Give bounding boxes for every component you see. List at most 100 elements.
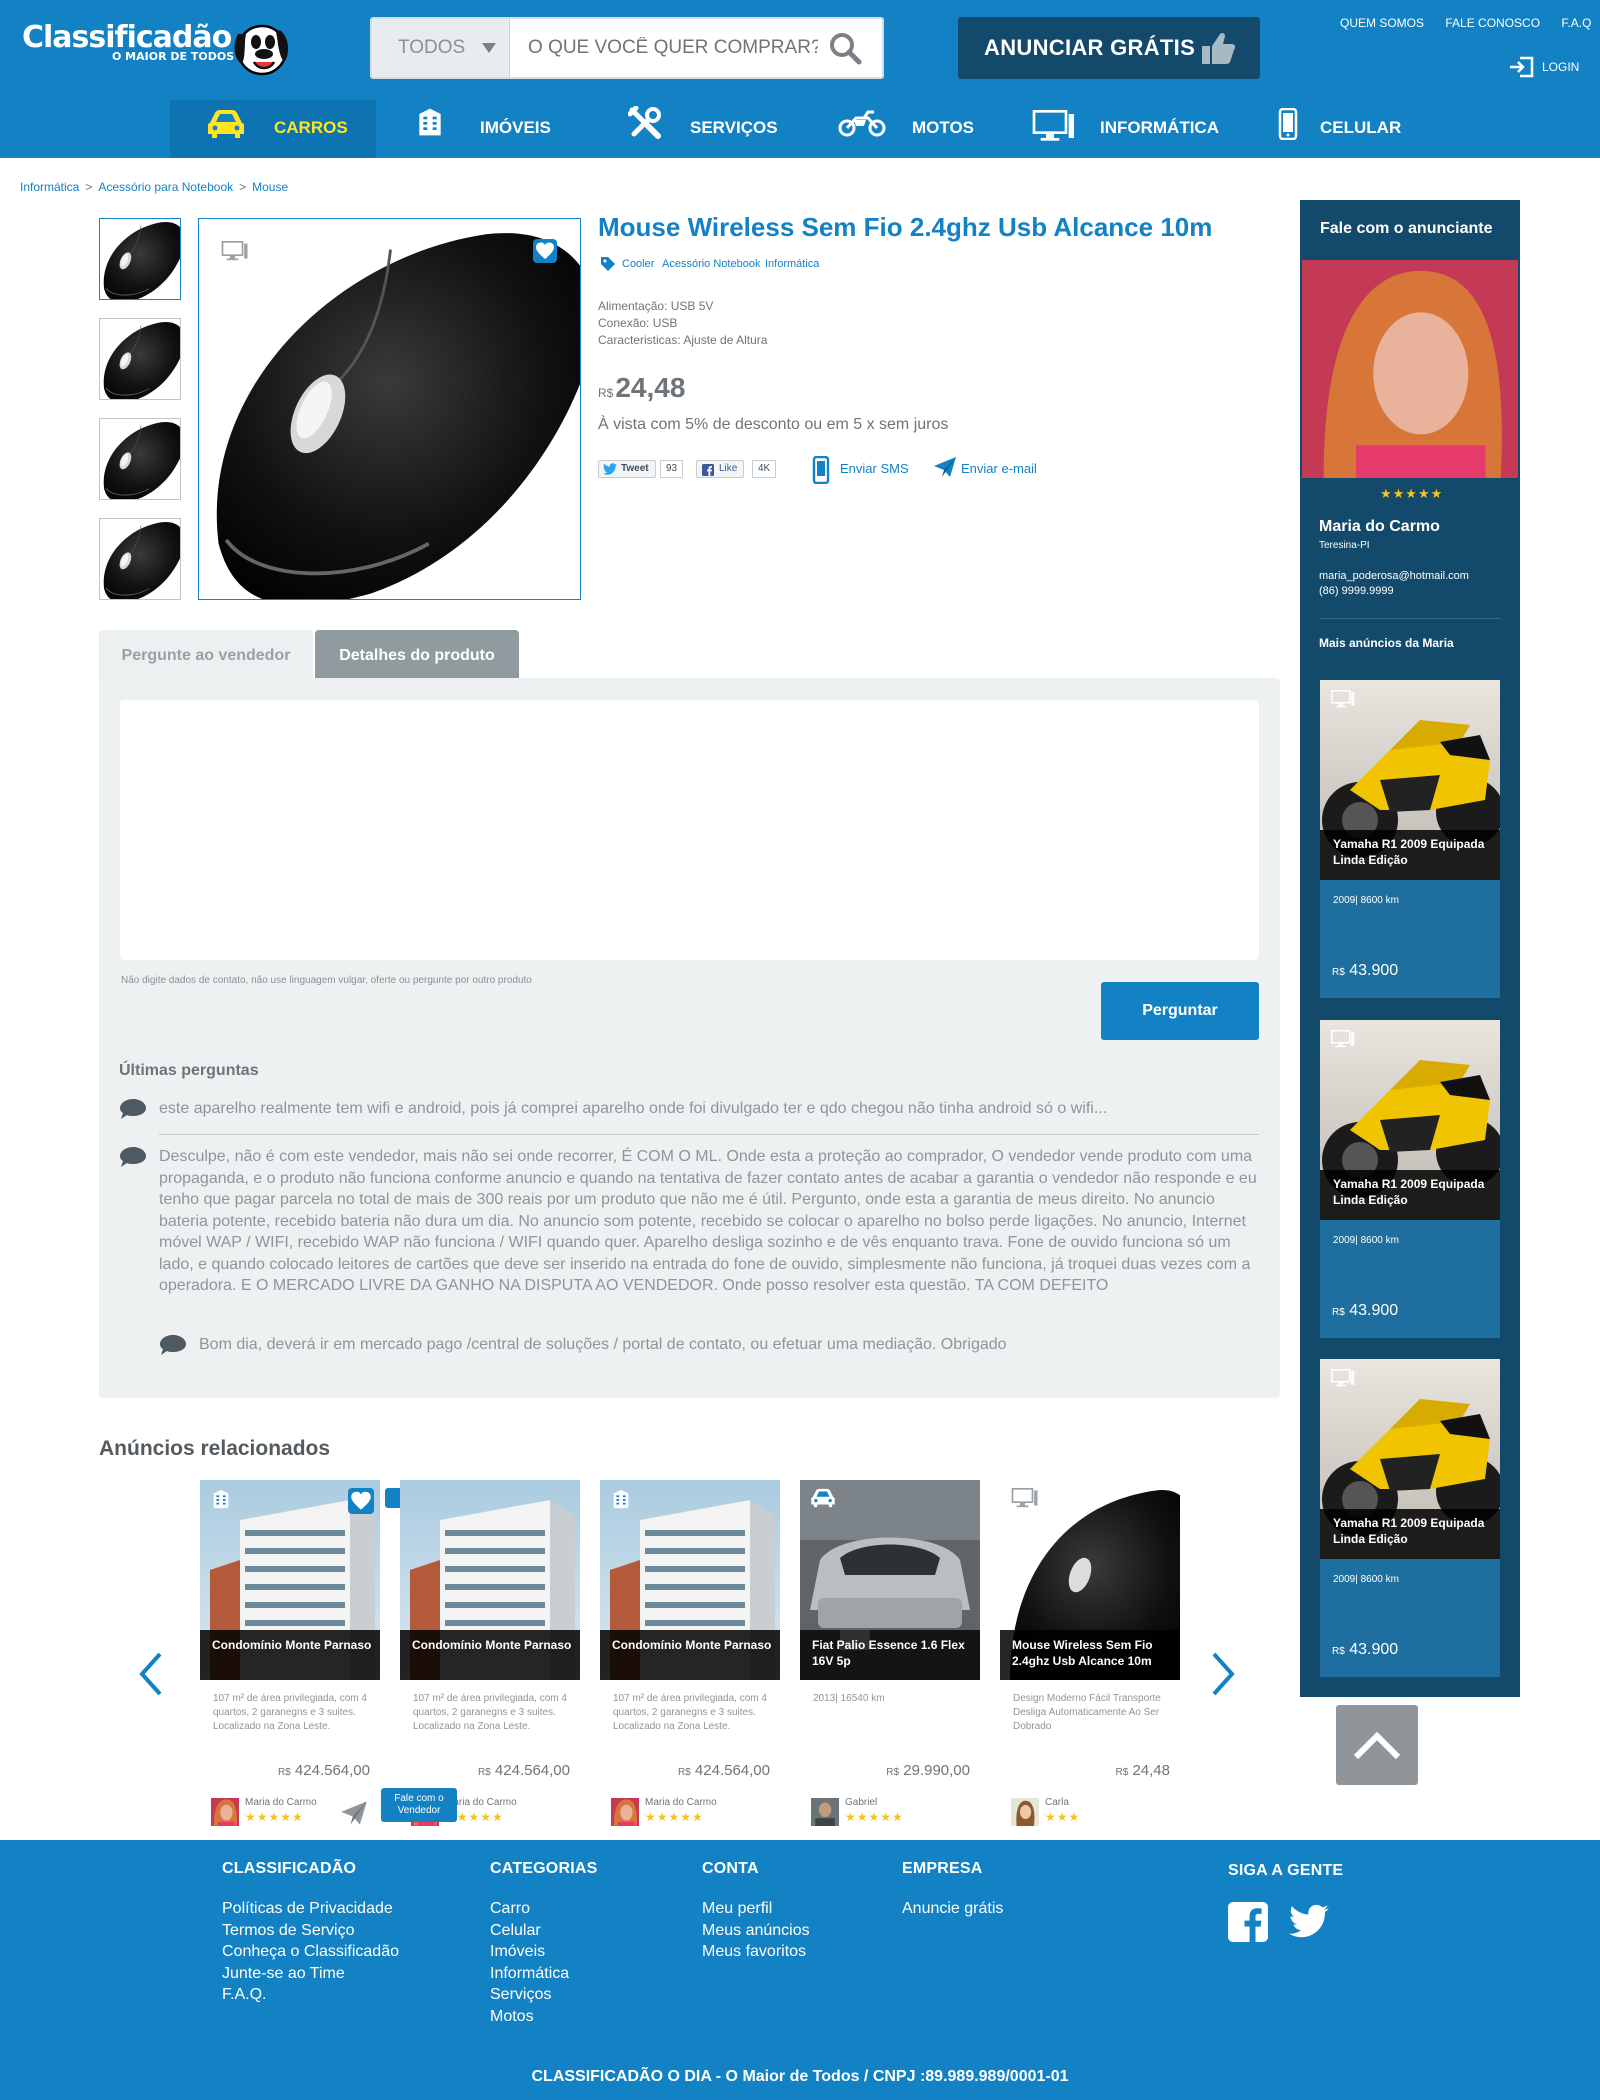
nav-item-celular[interactable]: CELULAR: [1278, 100, 1428, 158]
ad-seller-name: Maria do Carmo: [645, 1797, 717, 1808]
footer-link[interactable]: Termos de Serviço: [222, 1920, 399, 1942]
computer-icon: [219, 241, 251, 261]
nav-item-imoveis[interactable]: IMÓVEIS: [414, 100, 564, 158]
footer-link[interactable]: Anuncie grátis: [902, 1898, 1003, 1920]
related-ad-card[interactable]: Condomínio Monte Parnaso 107 m² de área …: [200, 1480, 380, 1838]
advertise-free-label: ANUNCIAR GRÁTIS: [984, 35, 1196, 60]
ad-description: 2013| 16540 km: [813, 1693, 885, 1704]
seller-header: Fale com o anunciante: [1320, 220, 1493, 237]
seller-ad-card[interactable]: Yamaha R1 2009 Equipada Linda Edição 200…: [1320, 680, 1500, 998]
tag-link[interactable]: Cooler: [622, 258, 654, 270]
product-specs: Alimentação: USB 5V Conexão: USB Caracte…: [598, 298, 767, 349]
search-input[interactable]: [528, 19, 818, 77]
ad-description: 107 m² de área privilegiada, com 4 quart…: [613, 1693, 767, 1732]
favorite-button[interactable]: [348, 1488, 374, 1514]
related-ad-card[interactable]: Mouse Wireless Sem Fio 2.4ghz Usb Alcanc…: [1000, 1480, 1180, 1838]
footer-link[interactable]: Meus anúncios: [702, 1920, 810, 1942]
seller-photo[interactable]: [1302, 260, 1518, 478]
footer-link[interactable]: Junte-se ao Time: [222, 1963, 399, 1985]
seller-ad-card[interactable]: Yamaha R1 2009 Equipada Linda Edição 200…: [1320, 1020, 1500, 1338]
tweet-label: Tweet: [621, 463, 649, 474]
seller-sidebar: Fale com o anunciante ★★★★★ Maria do Car…: [1300, 200, 1520, 1697]
tab-ask-seller[interactable]: Pergunte ao vendedor: [99, 630, 313, 678]
nav-item-informatica[interactable]: INFORMÁTICA: [1032, 100, 1232, 158]
tag-link[interactable]: Informática: [765, 258, 819, 270]
ad-title: Condomínio Monte Parnaso: [212, 1638, 372, 1652]
footer-link[interactable]: Carro: [490, 1898, 597, 1920]
nav-item-carros[interactable]: CARROS: [170, 100, 376, 158]
seller-avatar: [1011, 1798, 1039, 1826]
search-icon[interactable]: [828, 31, 862, 65]
ad-price: R$ 424.564,00: [278, 1762, 370, 1779]
seller-ad-card[interactable]: Yamaha R1 2009 Equipada Linda Edição 200…: [1320, 1359, 1500, 1677]
footer-link[interactable]: Conheça o Classificadão: [222, 1941, 399, 1963]
footer-link[interactable]: Motos: [490, 2006, 597, 2028]
ad-currency: R$: [1332, 1646, 1345, 1657]
building-icon: [414, 106, 446, 138]
footer-link[interactable]: Serviços: [490, 1984, 597, 2006]
related-ad-card[interactable]: Condomínio Monte Parnaso 107 m² de área …: [400, 1480, 580, 1838]
logo-tagline: O MAIOR DE TODOS: [112, 50, 235, 63]
footer-link[interactable]: F.A.Q.: [222, 1984, 399, 2006]
question-input[interactable]: [120, 700, 1259, 960]
twitter-bird-icon: [603, 463, 617, 475]
top-link-faq[interactable]: F.A.Q: [1561, 16, 1591, 30]
site-logo[interactable]: Classificadão O MAIOR DE TODOS: [22, 16, 292, 86]
tweet-button[interactable]: Tweet: [598, 460, 656, 478]
breadcrumb-item[interactable]: Acessório para Notebook: [98, 180, 233, 194]
tab-product-details[interactable]: Detalhes do produto: [315, 630, 519, 678]
favorite-button[interactable]: [533, 239, 557, 263]
footer-column-categorias: CATEGORIAS Carro Celular Imóveis Informá…: [490, 1860, 597, 2027]
facebook-icon[interactable]: [1228, 1902, 1268, 1942]
nav-item-servicos[interactable]: SERVIÇOS: [628, 100, 788, 158]
nav-item-motos[interactable]: MOTOS: [838, 100, 988, 158]
product-thumbnail[interactable]: [99, 318, 181, 400]
paper-plane-icon[interactable]: [340, 1800, 368, 1826]
search-category-value: TODOS: [398, 37, 466, 58]
ad-title: Fiat Palio Essence 1.6 Flex 16V 5p: [812, 1638, 965, 1668]
footer-link[interactable]: Imóveis: [490, 1941, 597, 1963]
spec-line: Alimentação: USB 5V: [598, 299, 714, 313]
product-thumbnail[interactable]: [99, 418, 181, 500]
footer-link[interactable]: Meus favoritos: [702, 1941, 810, 1963]
ad-currency: R$: [1115, 1767, 1129, 1778]
question-hint: Não digite dados de contato, não use lin…: [121, 975, 532, 986]
search-category-select[interactable]: TODOS: [372, 19, 510, 77]
top-link-contact[interactable]: FALE CONOSCO: [1445, 16, 1540, 30]
top-link-about[interactable]: QUEM SOMOS: [1340, 16, 1424, 30]
payment-note: À vista com 5% de desconto ou em 5 x sem…: [598, 416, 949, 433]
footer-link[interactable]: Políticas de Privacidade: [222, 1898, 399, 1920]
advertise-free-button[interactable]: ANUNCIAR GRÁTIS: [958, 17, 1260, 79]
back-to-top-button[interactable]: [1336, 1705, 1418, 1785]
breadcrumb-item[interactable]: Mouse: [252, 180, 288, 194]
seller-email[interactable]: maria_poderosa@hotmail.com: [1319, 570, 1469, 582]
footer-social-title: SIGA A GENTE: [1228, 1862, 1344, 1879]
carousel-next-icon[interactable]: [1210, 1650, 1238, 1698]
carousel-prev-icon[interactable]: [136, 1650, 164, 1698]
ad-price: R$ 43.900: [1332, 1302, 1398, 1320]
related-ad-card[interactable]: Fiat Palio Essence 1.6 Flex 16V 5p 2013|…: [800, 1480, 980, 1838]
product-thumbnail[interactable]: [99, 518, 181, 600]
related-ad-card[interactable]: Condomínio Monte Parnaso 107 m² de área …: [600, 1480, 780, 1838]
breadcrumb-item[interactable]: Informática: [20, 180, 79, 194]
product-main-image[interactable]: [198, 218, 581, 600]
tag-link[interactable]: Acessório Notebook: [662, 258, 760, 270]
ad-price-value: 424.564,00: [694, 1762, 770, 1779]
footer-column-empresa: EMPRESA Anuncie grátis: [902, 1860, 1003, 1920]
ad-title: Condomínio Monte Parnaso: [412, 1638, 572, 1652]
heart-icon: [348, 1488, 374, 1514]
mobile-icon: [812, 456, 830, 484]
ask-button[interactable]: Perguntar: [1101, 982, 1259, 1040]
footer-link[interactable]: Meu perfil: [702, 1898, 810, 1920]
mouse-image: [100, 519, 181, 600]
login-icon: [1510, 56, 1534, 78]
question-text: Desculpe, não é com este vendedor, mais …: [159, 1148, 1257, 1294]
ad-meta: 2009| 8600 km: [1333, 895, 1399, 906]
footer-link[interactable]: Informática: [490, 1963, 597, 1985]
ad-description: Design Moderno Fácil Transporte Desliga …: [1013, 1693, 1161, 1732]
twitter-icon[interactable]: [1288, 1904, 1330, 1938]
product-thumbnail[interactable]: [99, 218, 181, 300]
like-button[interactable]: Like: [696, 460, 745, 478]
footer-link[interactable]: Celular: [490, 1920, 597, 1942]
facebook-icon: [702, 464, 714, 476]
